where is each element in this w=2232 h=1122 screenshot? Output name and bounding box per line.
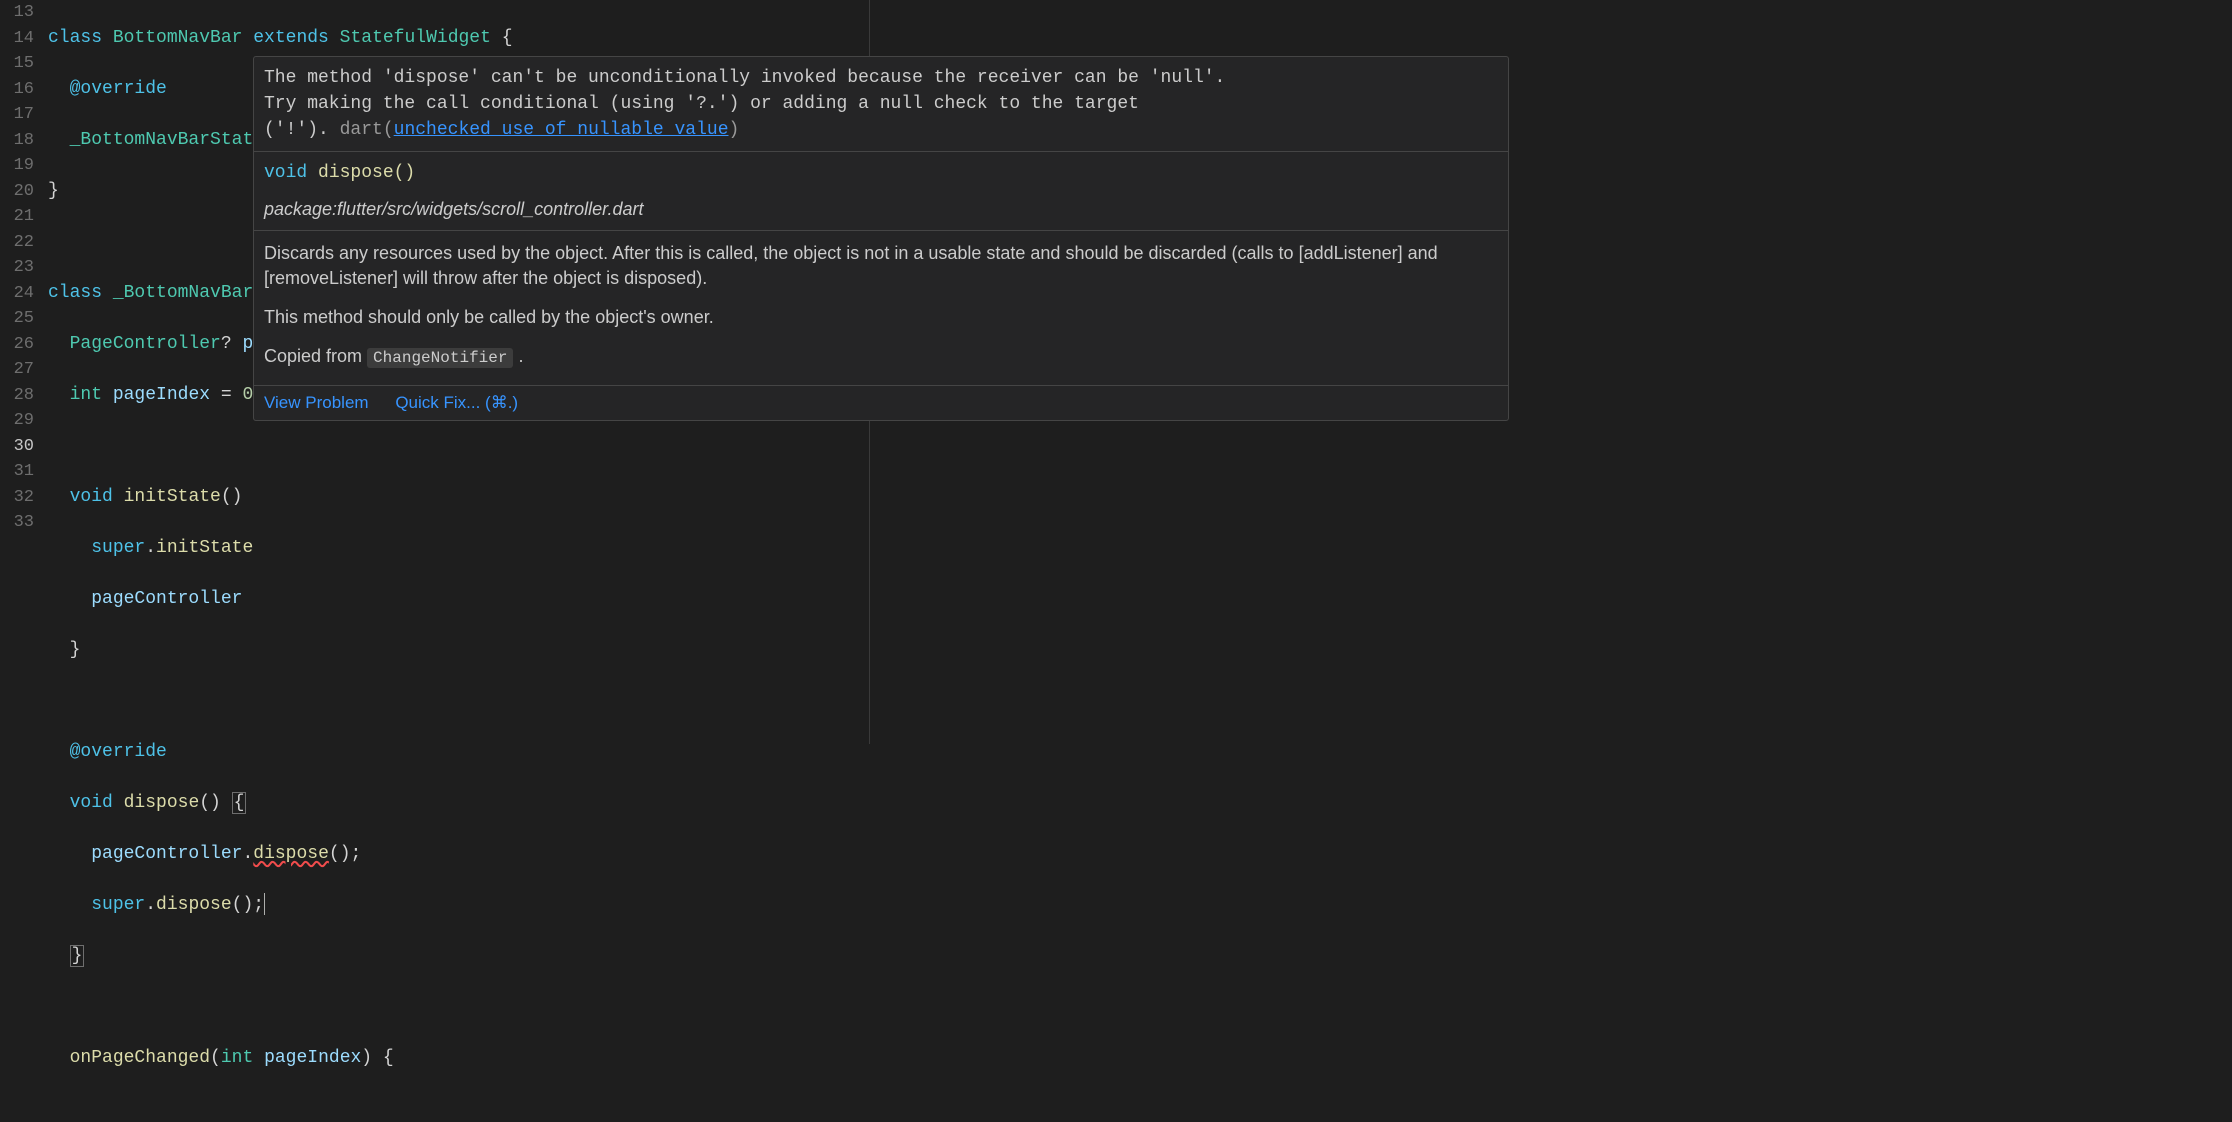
view-problem-link[interactable]: View Problem [264,393,369,412]
hover-tooltip[interactable]: The method 'dispose' can't be unconditio… [253,56,1509,421]
code-line[interactable] [48,995,2232,1021]
code-line[interactable]: pageController.dispose(); [48,842,2232,868]
line-number: 26 [0,332,34,358]
line-number: 21 [0,204,34,230]
line-number-current: 30 [0,434,34,460]
hover-error-message: The method 'dispose' can't be unconditio… [254,57,1508,152]
text-cursor [264,893,265,915]
hover-actions-bar: View Problem Quick Fix... (⌘.) [254,386,1508,420]
line-number: 19 [0,153,34,179]
line-number: 31 [0,459,34,485]
line-number: 29 [0,408,34,434]
line-number: 20 [0,179,34,205]
hover-signature: void dispose() package:flutter/src/widge… [254,152,1508,231]
quick-fix-link[interactable]: Quick Fix... (⌘.) [395,393,518,412]
line-number: 32 [0,485,34,511]
code-line[interactable]: } [48,944,2232,970]
line-number: 13 [0,0,34,26]
line-number: 17 [0,102,34,128]
code-line[interactable]: void initState() [48,485,2232,511]
code-line[interactable]: class BottomNavBar extends StatefulWidge… [48,26,2232,52]
code-line[interactable] [48,434,2232,460]
code-line[interactable] [48,689,2232,715]
line-number-gutter: 13 14 15 16 17 18 19 20 21 22 23 24 25 2… [0,0,48,744]
line-number: 14 [0,26,34,52]
code-line[interactable]: super.dispose(); [48,893,2232,919]
code-line[interactable]: } [48,638,2232,664]
line-number: 27 [0,357,34,383]
hover-package-path: package:flutter/src/widgets/scroll_contr… [264,196,1498,222]
line-number: 18 [0,128,34,154]
error-token: dispose [253,844,329,864]
code-line[interactable]: @override [48,740,2232,766]
line-number: 28 [0,383,34,409]
error-rule-link[interactable]: unchecked_use_of_nullable_value [394,120,729,140]
code-line[interactable]: pageController [48,587,2232,613]
line-number: 23 [0,255,34,281]
code-line[interactable]: super.initState [48,536,2232,562]
line-number: 25 [0,306,34,332]
line-number: 24 [0,281,34,307]
line-number: 22 [0,230,34,256]
hover-documentation: Discards any resources used by the objec… [254,231,1508,386]
code-editor[interactable]: 13 14 15 16 17 18 19 20 21 22 23 24 25 2… [0,0,2232,744]
code-line[interactable]: void dispose() { [48,791,2232,817]
code-line[interactable]: onPageChanged(int pageIndex) { [48,1046,2232,1072]
line-number: 16 [0,77,34,103]
line-number: 15 [0,51,34,77]
line-number: 33 [0,510,34,536]
